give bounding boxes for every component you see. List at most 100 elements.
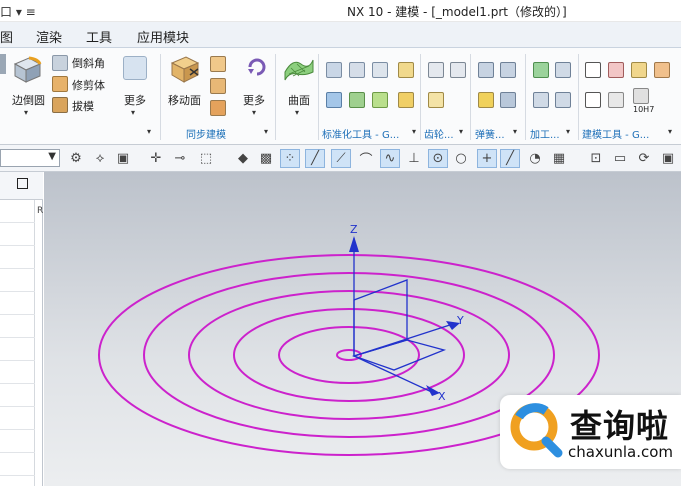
gear-tool-1-icon[interactable] <box>428 62 444 78</box>
trim-body-icon[interactable] <box>52 76 68 92</box>
surface-caret-icon[interactable]: ▾ <box>295 108 299 117</box>
std-tool-7-icon[interactable] <box>372 92 388 108</box>
render-style-icon[interactable]: ▣ <box>658 149 678 168</box>
navigator-row[interactable] <box>0 430 35 453</box>
snap-quadrant-icon[interactable]: ○ <box>451 149 471 168</box>
gear-group-label[interactable]: 齿轮... <box>424 126 454 141</box>
move-face-label[interactable]: 移动面 <box>168 92 201 108</box>
solid-body-icon[interactable]: ◆ <box>233 149 253 168</box>
std-tool-1-icon[interactable] <box>326 62 342 78</box>
select-edge-icon[interactable]: ⟡ <box>90 149 110 168</box>
trim-body-label[interactable]: 修剪体 <box>72 77 105 93</box>
std-tools-group-label[interactable]: 标准化工具 - G... <box>322 126 399 141</box>
zoom-fit-icon[interactable]: ⊡ <box>586 149 606 168</box>
draft-label[interactable]: 拔模 <box>72 98 94 114</box>
snap-point-on-face-icon[interactable]: ╱ <box>500 149 520 168</box>
move-face-icon[interactable] <box>168 53 202 85</box>
build-tool-1-icon[interactable] <box>585 62 601 78</box>
chamfer-label[interactable]: 倒斜角 <box>72 55 105 71</box>
build-tool-4-icon[interactable] <box>654 62 670 78</box>
more-features-icon[interactable] <box>123 56 147 80</box>
more-sync-caret-icon[interactable]: ▾ <box>252 108 256 117</box>
draft-icon[interactable] <box>52 97 68 113</box>
snap-arc-center-icon[interactable]: ⊥ <box>404 149 424 168</box>
snap-point-icon[interactable]: ✛ <box>146 149 166 168</box>
selection-filter-combo[interactable]: ▼ <box>0 149 60 167</box>
sync-op-1-icon[interactable] <box>210 56 226 72</box>
snap-on-curve-icon[interactable]: + <box>477 149 497 168</box>
navigator-row[interactable] <box>0 315 35 338</box>
shaded-cube-icon[interactable]: ▩ <box>256 149 276 168</box>
spring-tool-3-icon[interactable] <box>478 92 494 108</box>
navigator-row[interactable] <box>0 338 35 361</box>
view-orient-icon[interactable]: ▭ <box>610 149 630 168</box>
build-tool-5-icon[interactable] <box>585 92 601 108</box>
machining-caret-icon[interactable]: ▾ <box>566 127 570 136</box>
hide-icon[interactable]: ⊸ <box>170 149 190 168</box>
menu-view[interactable]: 图 <box>0 27 13 46</box>
navigator-row[interactable] <box>0 200 35 223</box>
std-tool-8-icon[interactable] <box>398 92 414 108</box>
quick-access-toolbar[interactable]: 口 ▾ ≡ <box>0 3 36 20</box>
gear-tool-2-icon[interactable] <box>450 62 466 78</box>
sync-op-2-icon[interactable] <box>210 78 226 94</box>
machining-tool-2-icon[interactable] <box>555 62 571 78</box>
build-tool-6-icon[interactable] <box>608 92 624 108</box>
more-sync-icon[interactable] <box>246 56 268 78</box>
navigator-row[interactable] <box>0 453 35 476</box>
std-tool-4-icon[interactable] <box>398 62 414 78</box>
select-feature-icon[interactable]: ⚙ <box>66 149 86 168</box>
snap-endpoint-icon[interactable]: ╱ <box>305 149 325 168</box>
std-tool-6-icon[interactable] <box>349 92 365 108</box>
build-tool-3-icon[interactable] <box>631 62 647 78</box>
snap-existing-point-icon[interactable]: ⁘ <box>280 149 300 168</box>
edge-fillet-caret-icon[interactable]: ▾ <box>24 108 28 117</box>
surface-icon[interactable] <box>283 54 315 82</box>
navigator-row[interactable] <box>0 407 35 430</box>
machining-tool-4-icon[interactable] <box>555 92 571 108</box>
build-tool-7-icon[interactable] <box>633 88 649 104</box>
snap-intersection-icon[interactable]: ∿ <box>380 149 400 168</box>
feature-group-caret-icon[interactable]: ▾ <box>147 127 151 136</box>
spiral-ring[interactable] <box>188 290 510 420</box>
machining-group-label[interactable]: 加工... <box>530 126 560 141</box>
std-tool-2-icon[interactable] <box>349 62 365 78</box>
navigator-row[interactable] <box>0 384 35 407</box>
std-tools-caret-icon[interactable]: ▾ <box>412 127 416 136</box>
machining-tool-1-icon[interactable] <box>533 62 549 78</box>
spiral-ring[interactable] <box>143 272 555 438</box>
chamfer-icon[interactable] <box>52 55 68 71</box>
more-features-label[interactable]: 更多 <box>124 92 146 108</box>
gear-tool-3-icon[interactable] <box>428 92 444 108</box>
refresh-view-icon[interactable]: ⟳ <box>634 149 654 168</box>
spring-tool-2-icon[interactable] <box>500 62 516 78</box>
navigator-row[interactable] <box>0 292 35 315</box>
navigator-row[interactable] <box>0 269 35 292</box>
edge-fillet-icon[interactable] <box>12 54 42 84</box>
menu-render[interactable]: 渲染 <box>36 27 62 46</box>
select-face-icon[interactable]: ▣ <box>113 149 133 168</box>
std-tool-5-icon[interactable] <box>326 92 342 108</box>
menu-tools[interactable]: 工具 <box>86 27 112 46</box>
machining-tool-3-icon[interactable] <box>533 92 549 108</box>
std-tool-3-icon[interactable] <box>372 62 388 78</box>
grid-icon[interactable]: ▦ <box>549 149 569 168</box>
navigator-row[interactable] <box>0 361 35 384</box>
more-sync-label[interactable]: 更多 <box>243 92 265 108</box>
menu-application[interactable]: 应用模块 <box>137 27 189 46</box>
spring-tool-1-icon[interactable] <box>478 62 494 78</box>
snap-circle-center-icon[interactable]: ⊙ <box>428 149 448 168</box>
spring-caret-icon[interactable]: ▾ <box>513 127 517 136</box>
more-features-caret-icon[interactable]: ▾ <box>131 108 135 117</box>
build-tools-group-label[interactable]: 建模工具 - G... <box>582 126 649 141</box>
edge-fillet-label[interactable]: 边倒圆 <box>12 92 45 108</box>
spiral-ring[interactable] <box>278 326 420 384</box>
sync-group-caret-icon[interactable]: ▾ <box>264 127 268 136</box>
navigator-row[interactable] <box>0 246 35 269</box>
spring-group-label[interactable]: 弹簧... <box>475 126 505 141</box>
spring-tool-4-icon[interactable] <box>500 92 516 108</box>
tolerance-label[interactable]: 10H7 <box>633 105 654 114</box>
snap-bounded-icon[interactable]: ◔ <box>525 149 545 168</box>
surface-label[interactable]: 曲面 <box>288 92 310 108</box>
build-tool-2-icon[interactable] <box>608 62 624 78</box>
